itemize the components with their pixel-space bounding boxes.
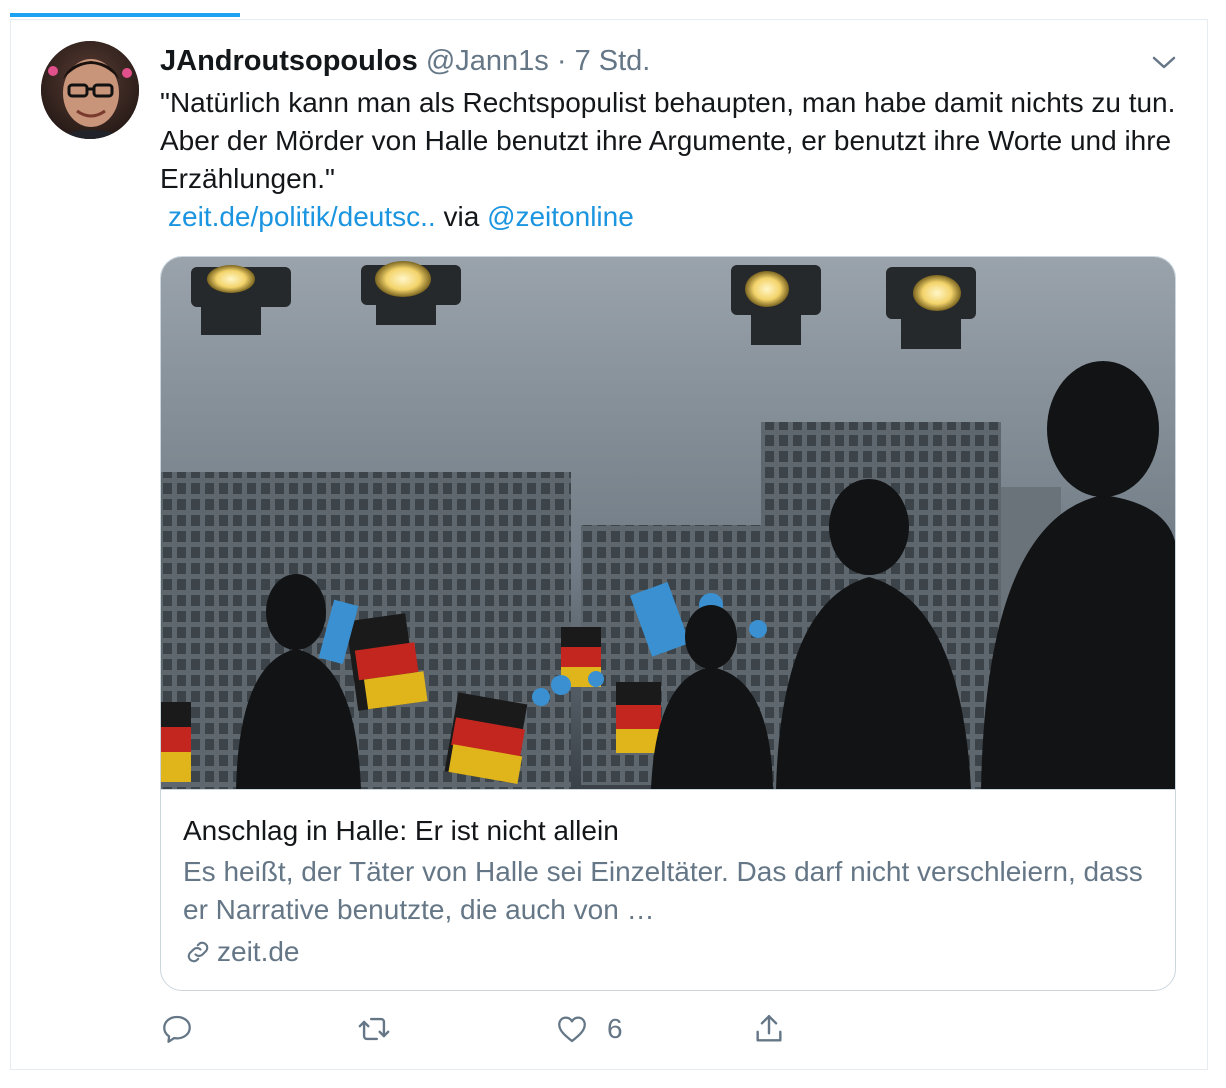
link-card[interactable]: Anschlag in Halle: Er ist nicht allein E… [160,256,1176,991]
timestamp[interactable]: 7 Std. [575,45,651,77]
card-domain: zeit.de [217,936,300,967]
tweet-link[interactable]: zeit.de/politik/deutsc.. [168,201,436,232]
separator-dot: · [556,45,567,77]
like-button[interactable]: 6 [555,1012,623,1046]
reply-icon [163,1015,191,1043]
like-count: 6 [607,1013,623,1044]
chevron-down-icon[interactable] [1150,48,1178,76]
tweet-text-block: "Natürlich kann man als Rechtspopulist b… [160,84,1190,236]
heart-icon [558,1016,586,1043]
display-name[interactable]: JAndroutsopoulos [160,45,418,77]
reply-button[interactable] [160,1012,194,1046]
card-title: Anschlag in Halle: Er ist nicht allein [183,815,619,846]
mention-link[interactable]: @zeitonline [487,201,634,232]
card-image [161,257,1175,789]
card-description: Es heißt, der Täter von Halle sei Einzel… [183,856,1143,925]
tweet-header: JAndroutsopoulos @Jann1s · 7 Std. [160,42,650,80]
share-icon [756,1015,782,1042]
retweet-icon [358,1017,390,1041]
tweet-actions: 6 [0,1012,1226,1052]
retweet-button[interactable] [357,1012,391,1046]
via-label: via [443,201,480,232]
share-button[interactable] [752,1012,786,1046]
tweet-text: "Natürlich kann man als Rechtspopulist b… [160,87,1176,194]
card-divider [161,789,1175,790]
card-domain-row: zeit.de [183,933,300,971]
avatar[interactable] [41,41,139,139]
user-handle[interactable]: @Jann1s [426,45,549,77]
link-icon [187,941,209,963]
active-tab-indicator [10,13,240,17]
